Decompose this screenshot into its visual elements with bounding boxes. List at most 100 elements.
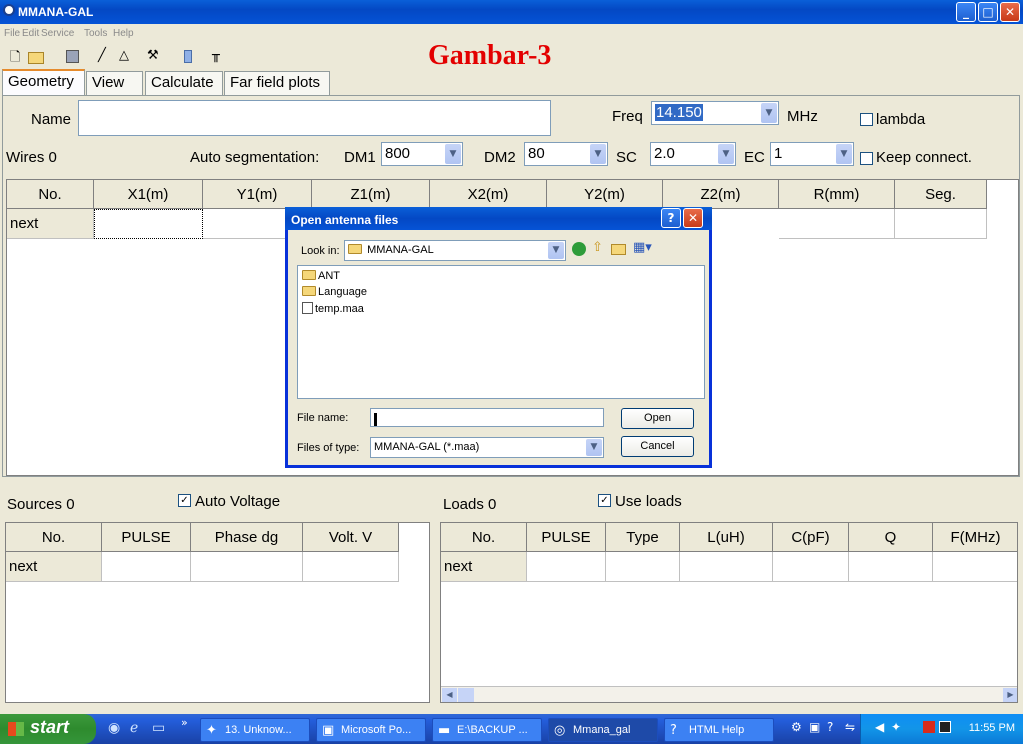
tray-security-icon[interactable]: ✦ xyxy=(891,720,901,734)
ec-combo[interactable]: 1 ▼ xyxy=(770,142,854,166)
chevron-down-icon[interactable]: ▼ xyxy=(590,144,606,164)
chevron-down-icon[interactable]: ▼ xyxy=(761,103,777,123)
table-cell[interactable] xyxy=(849,552,933,582)
dm2-combo[interactable]: 80 ▼ xyxy=(524,142,608,166)
taskbar-item-html-help[interactable]: ? HTML Help xyxy=(664,718,774,742)
table-cell[interactable] xyxy=(102,552,191,582)
sources-col-volt[interactable]: Volt. V xyxy=(303,523,399,552)
minimize-button[interactable]: _ xyxy=(956,2,976,22)
book-icon[interactable] xyxy=(184,50,192,63)
wires-col-y1[interactable]: Y1(m) xyxy=(203,180,312,209)
quick-launch-ie-icon[interactable]: ◉ xyxy=(108,720,120,736)
up-folder-icon[interactable]: ⇧ xyxy=(592,240,603,255)
open-folder-icon[interactable] xyxy=(28,52,44,64)
new-file-icon[interactable]: 🗋 xyxy=(10,48,20,70)
loads-col-c[interactable]: C(pF) xyxy=(773,523,849,552)
taskbar-item-backup[interactable]: ▬ E:\BACKUP ... xyxy=(432,718,542,742)
new-folder-icon[interactable] xyxy=(611,244,626,255)
quick-launch-more-icon[interactable]: » xyxy=(181,716,188,729)
loads-col-f[interactable]: F(MHz) xyxy=(933,523,1017,552)
table-cell[interactable] xyxy=(779,209,895,239)
close-button[interactable]: ✕ xyxy=(1000,2,1020,22)
loads-col-q[interactable]: Q xyxy=(849,523,933,552)
sources-grid[interactable]: No. PULSE Phase dg Volt. V next xyxy=(5,522,430,703)
quick-launch-desktop-icon[interactable]: ▭ xyxy=(152,720,165,736)
list-item[interactable]: temp.maa xyxy=(302,302,364,315)
tab-calculate[interactable]: Calculate xyxy=(145,71,223,95)
taskbar-item-mmana[interactable]: ◎ Mmana_gal xyxy=(548,718,658,742)
chevron-down-icon[interactable]: ▼ xyxy=(836,144,852,164)
tools-icon[interactable]: ⚒ xyxy=(147,48,159,63)
tab-view[interactable]: View xyxy=(86,71,143,95)
menu-tools[interactable]: Tools xyxy=(84,28,107,39)
chevron-down-icon[interactable]: ▼ xyxy=(548,242,564,259)
chevron-down-icon[interactable]: ▼ xyxy=(586,439,602,456)
maximize-button[interactable]: □ xyxy=(978,2,998,22)
keep-connect-checkbox[interactable] xyxy=(860,152,873,165)
list-item[interactable]: Language xyxy=(302,286,367,298)
table-cell[interactable] xyxy=(527,552,606,582)
scroll-thumb[interactable] xyxy=(458,688,474,702)
loads-col-type[interactable]: Type xyxy=(606,523,680,552)
tray-network-icon[interactable]: ⇋ xyxy=(845,720,855,734)
sources-col-pulse[interactable]: PULSE xyxy=(102,523,191,552)
wires-col-no[interactable]: No. xyxy=(7,180,94,209)
tray-help-icon[interactable]: ? xyxy=(827,720,833,734)
wires-col-z2[interactable]: Z2(m) xyxy=(663,180,779,209)
list-item[interactable]: ANT xyxy=(302,270,340,282)
dm1-combo[interactable]: 800 ▼ xyxy=(381,142,463,166)
taskbar-clock[interactable]: 11:55 PM xyxy=(969,722,1015,734)
save-icon[interactable] xyxy=(66,50,79,63)
wires-col-x1[interactable]: X1(m) xyxy=(94,180,203,209)
table-cell[interactable] xyxy=(933,552,1017,582)
dialog-title-bar[interactable]: Open antenna files ? ✕ xyxy=(285,207,712,230)
lambda-checkbox[interactable] xyxy=(860,113,873,126)
loads-col-no[interactable]: No. xyxy=(441,523,527,552)
table-cell[interactable] xyxy=(606,552,680,582)
scroll-right-icon[interactable]: ▶ xyxy=(1003,688,1017,702)
sources-row-next[interactable]: next xyxy=(6,552,102,582)
chevron-down-icon[interactable]: ▼ xyxy=(445,144,461,164)
window-title-bar[interactable]: MMANA-GAL _ □ ✕ xyxy=(0,0,1023,24)
menu-file[interactable]: File xyxy=(4,28,20,39)
menu-service[interactable]: Service xyxy=(41,28,74,39)
loads-grid[interactable]: No. PULSE Type L(uH) C(pF) Q F(MHz) next… xyxy=(440,522,1018,703)
wires-col-r[interactable]: R(mm) xyxy=(779,180,895,209)
loads-row-next[interactable]: next xyxy=(441,552,527,582)
cancel-button[interactable]: Cancel xyxy=(621,436,694,457)
wires-row-next[interactable]: next xyxy=(7,209,94,239)
taskbar-item-unknown[interactable]: ✦ 13. Unknow... xyxy=(200,718,310,742)
table-cell[interactable] xyxy=(303,552,399,582)
sources-col-phase[interactable]: Phase dg xyxy=(191,523,303,552)
tray-alert-icon[interactable] xyxy=(923,721,935,733)
tab-geometry[interactable]: Geometry xyxy=(2,69,85,96)
tray-tool-icon[interactable]: ⚙ xyxy=(791,720,802,734)
help-button[interactable]: ? xyxy=(661,208,681,228)
wires-col-y2[interactable]: Y2(m) xyxy=(547,180,663,209)
wires-col-z1[interactable]: Z1(m) xyxy=(312,180,430,209)
wire-icon[interactable]: ╱ xyxy=(98,48,106,63)
loads-col-l[interactable]: L(uH) xyxy=(680,523,773,552)
table-cell[interactable] xyxy=(895,209,987,239)
loads-col-pulse[interactable]: PULSE xyxy=(527,523,606,552)
name-input[interactable] xyxy=(78,100,551,136)
wires-col-seg[interactable]: Seg. xyxy=(895,180,987,209)
taskbar-item-powerpoint[interactable]: ▣ Microsoft Po... xyxy=(316,718,426,742)
open-button[interactable]: Open xyxy=(621,408,694,429)
scroll-left-icon[interactable]: ◀ xyxy=(442,688,457,702)
sc-combo[interactable]: 2.0 ▼ xyxy=(650,142,736,166)
tray-volume-icon[interactable]: ◀ xyxy=(875,720,884,734)
menu-edit[interactable]: Edit xyxy=(22,28,39,39)
table-cell[interactable] xyxy=(680,552,773,582)
tab-far-field-plots[interactable]: Far field plots xyxy=(224,71,330,95)
table-cell[interactable] xyxy=(773,552,849,582)
use-loads-checkbox[interactable]: ✓ xyxy=(598,494,611,507)
look-in-combo[interactable]: MMANA-GAL ▼ xyxy=(344,240,566,261)
tray-app-icon[interactable] xyxy=(939,721,951,733)
view-menu-icon[interactable]: ▦▾ xyxy=(633,240,652,255)
table-cell[interactable] xyxy=(94,209,203,239)
horizontal-scrollbar[interactable]: ◀ ▶ xyxy=(441,686,1017,702)
triangle-icon[interactable]: △ xyxy=(119,48,129,63)
tray-monitor-icon[interactable]: ▣ xyxy=(809,720,820,734)
quick-launch-browser-icon[interactable]: ℯ xyxy=(130,720,138,736)
